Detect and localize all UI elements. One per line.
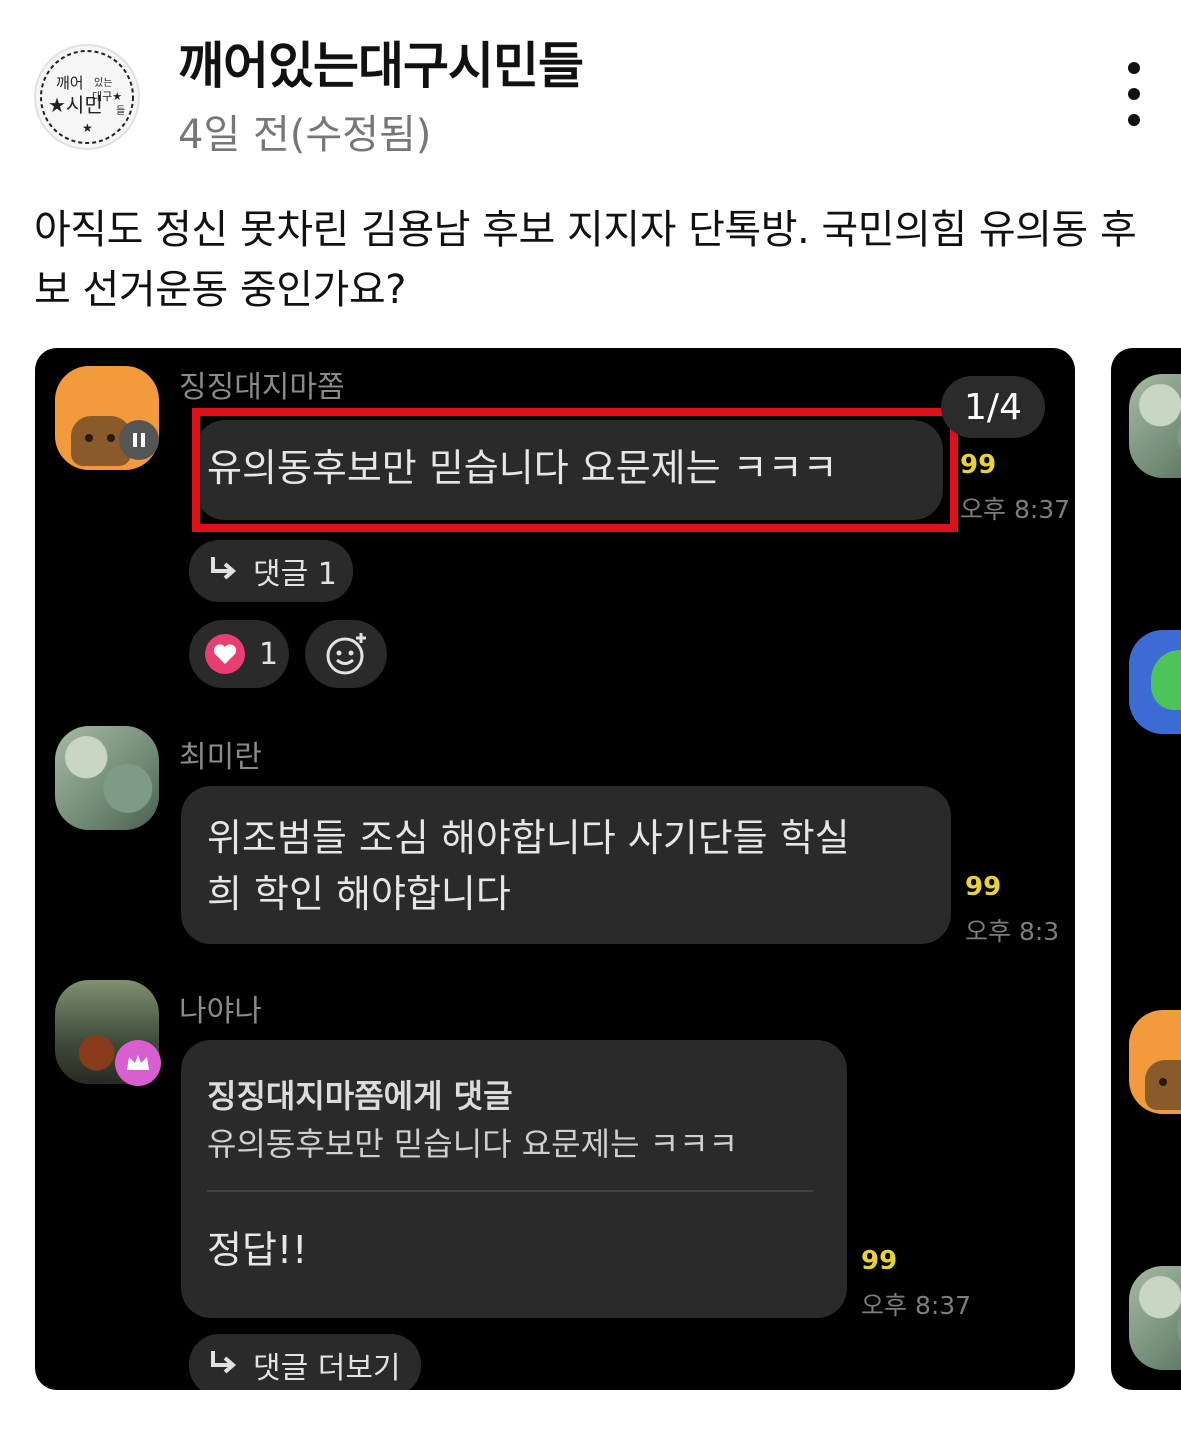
- crown-badge-icon: [115, 1040, 161, 1086]
- image-carousel[interactable]: 징징대지마쫌 유의동후보만 믿습니다 요문제는 ㅋㅋㅋ 1/4 99 오후 8:…: [0, 348, 1181, 1390]
- svg-text:들: 들: [116, 105, 125, 117]
- pause-badge-icon: [119, 420, 159, 460]
- sender-name-2: 최미란: [179, 740, 262, 775]
- peek-avatar-4: [1129, 1266, 1181, 1370]
- reaction-count: 1: [259, 636, 279, 672]
- unread-count-2: 99: [965, 872, 1002, 902]
- unread-count-1: 99: [960, 450, 997, 480]
- reply-count-button[interactable]: 댓글 1: [189, 540, 353, 602]
- reply-arrow-icon: [209, 1348, 237, 1383]
- carousel-slide-2-peek[interactable]: [1111, 348, 1181, 1390]
- post-timestamp: 4일 전(수정됨): [178, 112, 432, 158]
- more-replies-label: 댓글 더보기: [253, 1351, 401, 1386]
- author-avatar[interactable]: 깨어 있는 대구★ ★시민 들 ★: [34, 44, 140, 150]
- carousel-slide-1[interactable]: 징징대지마쫌 유의동후보만 믿습니다 요문제는 ㅋㅋㅋ 1/4 99 오후 8:…: [35, 348, 1075, 1390]
- author-logo: 깨어 있는 대구★ ★시민 들 ★: [40, 50, 134, 144]
- chat-avatar-2: [55, 726, 159, 830]
- reply-arrow-icon: [209, 554, 237, 589]
- message-line-2b: 희 학인 해야합니다: [207, 872, 511, 916]
- peek-avatar-2: [1129, 630, 1181, 734]
- bear-icon: [1145, 1060, 1181, 1110]
- message-bubble-2[interactable]: 위조범들 조심 해야합니다 사기단들 학실 희 학인 해야합니다: [181, 786, 951, 944]
- peek-avatar-1: [1129, 374, 1181, 478]
- message-bubble-3[interactable]: 징징대지마쫌에게 댓글 유의동후보만 믿습니다 요문제는 ㅋㅋㅋ 정답!!: [181, 1040, 847, 1318]
- carousel-counter: 1/4: [941, 376, 1045, 438]
- message-time-1: 오후 8:37: [960, 495, 1071, 524]
- quote-divider: [207, 1190, 813, 1192]
- more-replies-button[interactable]: 댓글 더보기: [189, 1334, 421, 1390]
- svg-text:★: ★: [82, 121, 93, 135]
- svg-text:★시민: ★시민: [48, 93, 103, 117]
- post-header: 깨어 있는 대구★ ★시민 들 ★ 깨어있는대구시민들 4일 전(수정됨): [0, 0, 1181, 180]
- unread-count-3: 99: [861, 1246, 898, 1276]
- quote-text: 유의동후보만 믿습니다 요문제는 ㅋㅋㅋ: [207, 1125, 738, 1163]
- peek-avatar-3: [1129, 1010, 1181, 1114]
- add-reaction-button[interactable]: [305, 620, 387, 688]
- message-line-2a: 위조범들 조심 해야합니다 사기단들 학실: [207, 816, 850, 860]
- sender-name-3: 나야나: [179, 994, 262, 1029]
- message-time-3: 오후 8:37: [861, 1291, 972, 1320]
- svg-text:있는: 있는: [94, 77, 112, 89]
- svg-text:깨어: 깨어: [56, 74, 84, 92]
- reply-count-label: 댓글 1: [253, 557, 337, 592]
- message-text-3: 정답!!: [207, 1228, 308, 1272]
- heart-reaction[interactable]: 1: [189, 620, 289, 688]
- red-highlight-box: [192, 408, 958, 532]
- sender-name-1: 징징대지마쫌: [179, 370, 345, 405]
- message-time-2: 오후 8:3: [965, 917, 1060, 946]
- author-name[interactable]: 깨어있는대구시민들: [178, 26, 584, 98]
- more-options-icon[interactable]: [1112, 62, 1156, 126]
- post-body: 아직도 정신 못차린 김용남 후보 지지자 단톡방. 국민의힘 유의동 후보 선…: [34, 207, 1137, 313]
- add-emoji-icon: [326, 633, 366, 675]
- heart-icon: [205, 634, 245, 674]
